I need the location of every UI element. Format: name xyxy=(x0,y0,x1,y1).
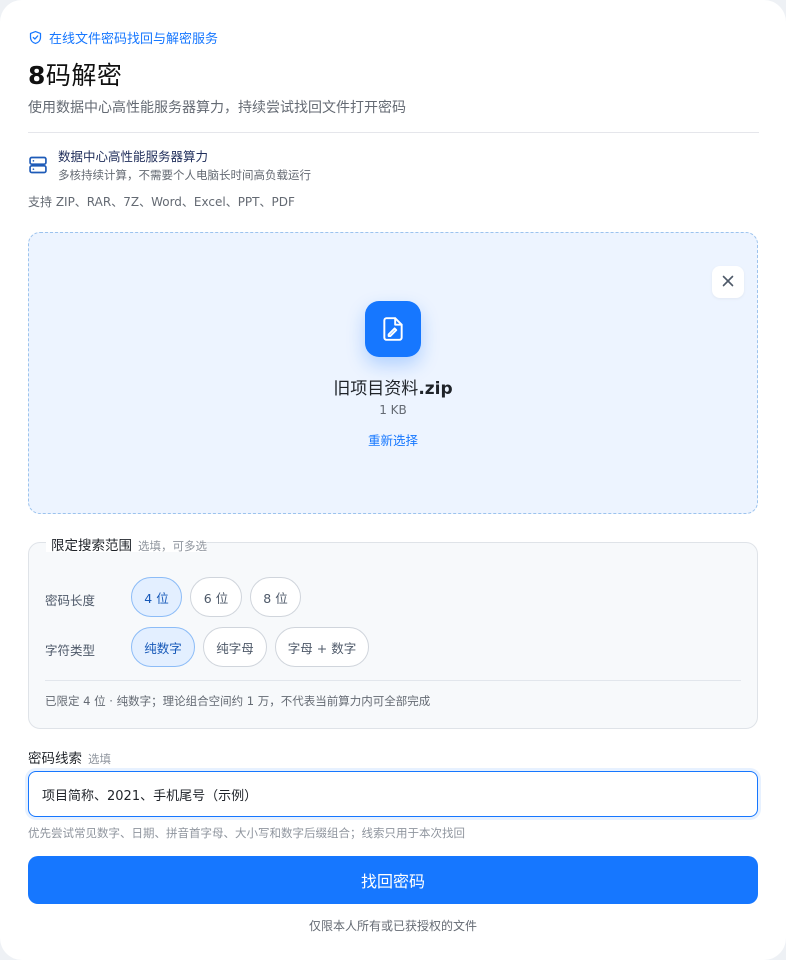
tagline-text: 在线文件密码找回与解密服务 xyxy=(49,32,219,47)
remove-file-button[interactable] xyxy=(712,266,744,298)
clue-label-text: 密码线索 xyxy=(28,751,82,767)
shield-check-icon xyxy=(28,30,43,45)
clue-label-hint: 选填 xyxy=(88,752,111,766)
service-tagline: 在线文件密码找回与解密服务 xyxy=(28,28,218,47)
file-size: 1 KB xyxy=(379,403,407,417)
length-chip-8[interactable]: 8 位 xyxy=(250,577,301,617)
feature-title: 数据中心高性能服务器算力 xyxy=(58,149,209,164)
charset-chip-digits[interactable]: 纯数字 xyxy=(131,627,195,667)
clue-input[interactable] xyxy=(28,771,758,817)
file-name: 旧项目资料.zip xyxy=(228,374,558,399)
length-chip-6[interactable]: 6 位 xyxy=(190,577,242,617)
length-chip-4[interactable]: 4 位 xyxy=(131,577,182,617)
file-dropzone[interactable] xyxy=(28,232,758,514)
legend-title: 限定搜索范围 xyxy=(51,538,132,554)
legend-hint: 选填，可多选 xyxy=(138,539,207,553)
charset-chip-alnum[interactable]: 字母 + 数字 xyxy=(275,627,369,667)
clue-label: 密码线索 选填 xyxy=(28,747,111,767)
server-icon xyxy=(28,155,48,179)
reselect-file-link[interactable]: 重新选择 xyxy=(343,430,443,449)
page-subtitle: 使用数据中心高性能服务器算力，持续尝试找回文件打开密码 xyxy=(28,100,406,116)
charset-chip-letters[interactable]: 纯字母 xyxy=(203,627,267,667)
panel-divider xyxy=(45,680,741,681)
file-edit-icon xyxy=(365,301,421,357)
supported-formats: 支持 ZIP、RAR、7Z、Word、Excel、PPT、PDF xyxy=(28,195,295,209)
close-icon xyxy=(722,275,734,290)
search-range-summary: 已限定 4 位 · 纯数字；理论组合空间约 1 万，不代表当前算力内可全部完成 xyxy=(45,694,431,708)
file-extension: .zip xyxy=(418,379,453,399)
header-divider xyxy=(28,132,759,133)
clue-help-text: 优先尝试常见数字、日期、拼音首字母、大小写和数字后缀组合；线索只用于本次找回 xyxy=(28,826,465,840)
length-label: 密码长度 xyxy=(45,593,96,608)
search-range-legend: 限定搜索范围 选填，可多选 xyxy=(51,534,207,554)
charset-label: 字符类型 xyxy=(45,643,96,658)
title-number: 8 xyxy=(28,61,46,90)
authorization-note: 仅限本人所有或已获授权的文件 xyxy=(308,919,477,933)
file-name-base: 旧项目资料 xyxy=(333,379,419,399)
recover-password-button[interactable]: 找回密码 xyxy=(28,856,758,904)
page-title: 8码解密 xyxy=(28,56,122,92)
decrypt-card: 在线文件密码找回与解密服务 8码解密 使用数据中心高性能服务器算力，持续尝试找回… xyxy=(0,0,786,960)
feature-subtitle: 多核持续计算，不需要个人电脑长时间高负载运行 xyxy=(58,168,311,182)
title-text: 码解密 xyxy=(45,61,123,90)
